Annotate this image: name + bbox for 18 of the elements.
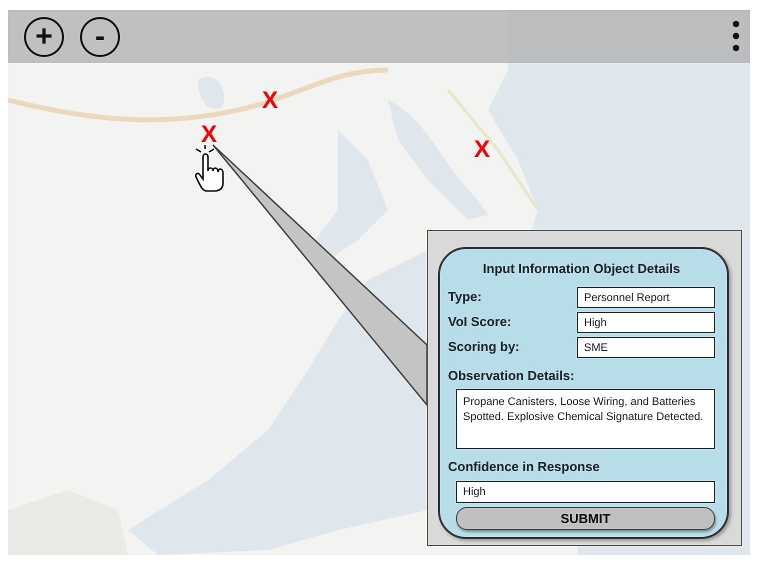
input-field[interactable]: Personnel Report bbox=[577, 286, 715, 308]
map-marker[interactable]: X bbox=[262, 89, 278, 113]
input-field[interactable]: SME bbox=[577, 336, 715, 358]
map-marker[interactable]: X bbox=[474, 138, 490, 162]
map-marker[interactable]: X bbox=[201, 123, 218, 147]
input-field[interactable]: High bbox=[456, 480, 715, 502]
zoom-in-button[interactable]: + bbox=[24, 16, 64, 56]
menu-icon[interactable] bbox=[732, 20, 740, 52]
input-field[interactable]: High bbox=[577, 312, 715, 332]
field-label: Scoring by: bbox=[448, 338, 520, 356]
submit-button[interactable]: SUBMIT bbox=[456, 506, 715, 530]
text-area[interactable]: Propane Canisters, Loose Wiring, and Batteries Spotted. Explosive Chemical Signature Detected. bbox=[456, 389, 715, 449]
field-label: Confidence in Response bbox=[448, 458, 601, 476]
field-label: Observation Details: bbox=[448, 366, 576, 384]
field-label: VoI Score: bbox=[448, 313, 512, 332]
panel-title: Input Information Object Details bbox=[482, 260, 682, 278]
field-label: Type: bbox=[448, 288, 482, 306]
zoom-out-button[interactable]: - bbox=[80, 16, 120, 56]
